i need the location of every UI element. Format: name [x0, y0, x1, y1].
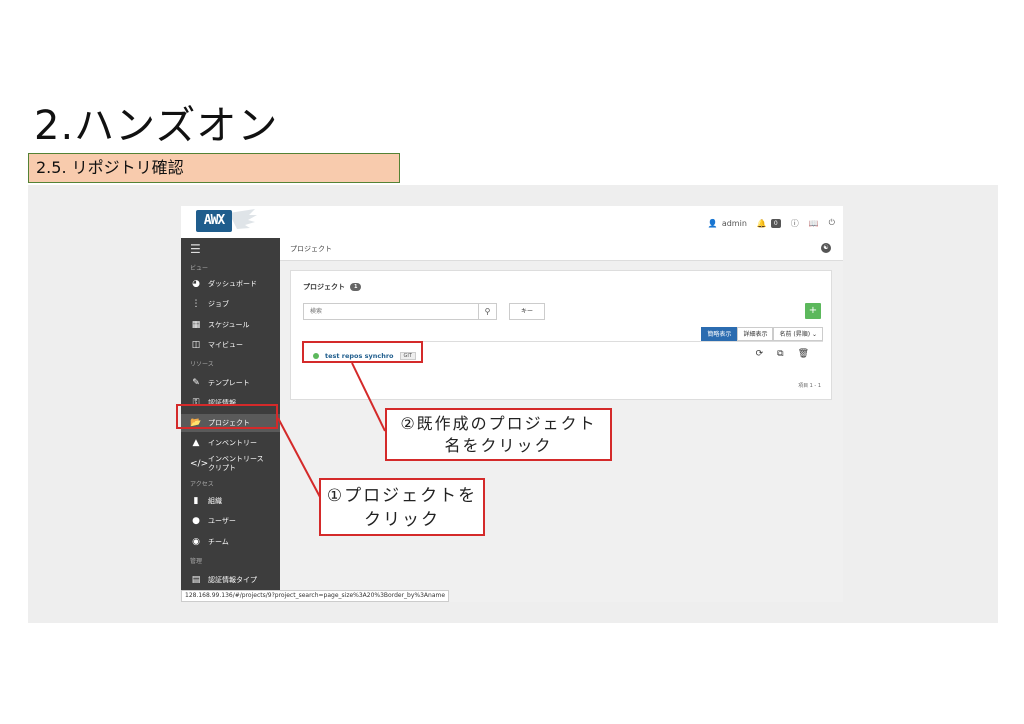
spinner-icon: ⋮ — [191, 299, 201, 309]
section-label: 2.5. リポジトリ確認 — [28, 153, 400, 183]
sidebar-section-admin: 管理 — [190, 558, 203, 565]
trash-icon[interactable]: 🗑 — [798, 349, 809, 359]
add-project-button[interactable]: + — [805, 303, 821, 319]
search-input[interactable] — [304, 304, 478, 319]
search-box: ⚲ — [303, 303, 497, 320]
notifications-button[interactable]: 🔔 0 — [756, 218, 781, 228]
card-title: プロジェクト 1 — [303, 282, 362, 292]
highlight-project-name — [302, 341, 423, 363]
info-icon[interactable]: ⓘ — [791, 218, 799, 229]
calendar-icon: ▦ — [191, 320, 201, 330]
sidebar-item-label: チーム — [208, 538, 229, 546]
sidebar-item-label: スケジュール — [208, 321, 250, 329]
sort-select[interactable]: 名前 (昇順) ⌄ — [773, 327, 823, 341]
sidebar-item-organizations[interactable]: ▮ 組織 — [181, 492, 280, 510]
expanded-view-button[interactable]: 詳細表示 — [737, 327, 774, 341]
sidebar-item-jobs[interactable]: ⋮ ジョブ — [181, 295, 280, 313]
item-count: 項目 1 - 1 — [798, 383, 821, 389]
sidebar-item-label: ダッシュボード — [208, 280, 257, 288]
sidebar-item-label: テンプレート — [208, 379, 250, 387]
users-icon: ◉ — [192, 537, 200, 547]
sidebar-item-schedules[interactable]: ▦ スケジュール — [181, 316, 280, 334]
header-actions: 👤 admin 🔔 0 ⓘ 📖 ⏻ — [708, 214, 835, 232]
list-toolbar: 簡略表示 詳細表示 名前 (昇順) ⌄ — [303, 327, 823, 342]
hamburger-menu-icon[interactable]: ☰ — [190, 242, 201, 256]
sitemap-icon: ▲ — [192, 438, 200, 448]
sidebar-item-label: 認証情報タイプ — [208, 576, 257, 584]
activity-stream-icon[interactable]: ☯ — [821, 243, 831, 253]
compact-view-button[interactable]: 簡略表示 — [701, 327, 738, 341]
project-count-badge: 1 — [350, 283, 362, 291]
list-alt-icon: ▤ — [191, 575, 201, 585]
username: admin — [721, 218, 747, 228]
callout-step1: ①プロジェクトを クリック — [319, 478, 485, 536]
sidebar-section-access: アクセス — [190, 481, 214, 488]
search-icon[interactable]: ⚲ — [478, 304, 496, 319]
projects-card: プロジェクト 1 ⚲ キー + 簡略表示 詳細表示 名前 (昇順) ⌄ — [290, 270, 832, 400]
sidebar-item-dashboard[interactable]: ◕ ダッシュボード — [181, 275, 280, 293]
user-icon: 👤 — [707, 218, 718, 228]
sidebar-item-label: マイビュー — [208, 341, 243, 349]
notification-count: 0 — [770, 218, 781, 228]
bell-icon: 🔔 — [756, 218, 767, 228]
top-navbar: AWX 👤 admin 🔔 0 ⓘ 📖 ⏻ — [181, 206, 843, 238]
sidebar-item-label: 組織 — [208, 497, 222, 505]
status-url-bar: 128.168.99.136/#/projects/9?project_sear… — [181, 590, 450, 602]
sidebar-item-label: ユーザー — [208, 517, 236, 525]
highlight-projects-menu — [176, 404, 278, 429]
sort-select-value: 名前 (昇順) — [779, 331, 811, 338]
awx-logo[interactable]: AWX — [196, 210, 232, 232]
copy-icon[interactable]: ⧉ — [777, 349, 783, 359]
power-icon[interactable]: ⏻ — [829, 218, 835, 228]
sidebar-item-credential-types[interactable]: ▤ 認証情報タイプ — [181, 571, 280, 589]
dashboard-icon: ◕ — [192, 279, 200, 289]
sidebar-item-teams[interactable]: ◉ チーム — [181, 533, 280, 551]
view-toggle-group: 簡略表示 詳細表示 名前 (昇順) ⌄ — [701, 327, 823, 341]
callout-step2: ②既作成のプロジェクト 名をクリック — [385, 408, 612, 461]
sidebar-item-label: ジョブ — [208, 300, 229, 308]
awx-app-screenshot: AWX 👤 admin 🔔 0 ⓘ 📖 ⏻ ☰ ビュー ◕ ダッシュボード ⋮ … — [181, 206, 843, 602]
sidebar-item-my-view[interactable]: ◫ マイビュー — [181, 336, 280, 354]
row-actions: ⟳ ⧉ 🗑 — [756, 349, 809, 359]
slide-title: 2.ハンズオン — [34, 103, 279, 149]
sidebar-item-templates[interactable]: ✎ テンプレート — [181, 374, 280, 392]
sidebar-item-label: インベントリー — [208, 439, 257, 447]
edit-icon: ✎ — [192, 378, 200, 388]
breadcrumb: プロジェクト ☯ — [280, 238, 843, 261]
sidebar-section-views: ビュー — [190, 265, 209, 272]
sidebar-item-inventories[interactable]: ▲ インベントリー — [181, 434, 280, 452]
columns-icon: ◫ — [191, 340, 201, 350]
card-title-text: プロジェクト — [303, 283, 345, 291]
code-icon: </> — [190, 458, 209, 469]
book-icon[interactable]: 📖 — [809, 219, 819, 228]
user-menu[interactable]: 👤 admin — [708, 219, 747, 228]
sidebar-section-resources: リソース — [190, 361, 214, 368]
chevron-down-icon: ⌄ — [811, 331, 817, 338]
building-icon: ▮ — [193, 496, 199, 506]
sync-icon[interactable]: ⟳ — [756, 349, 764, 359]
user-icon: ● — [192, 516, 200, 526]
sidebar-item-label: インベントリースクリプト — [208, 455, 264, 472]
breadcrumb-current: プロジェクト — [290, 245, 332, 253]
sidebar-item-users[interactable]: ● ユーザー — [181, 512, 280, 530]
key-button[interactable]: キー — [509, 303, 545, 320]
sidebar-item-inventory-scripts[interactable]: </> インベントリースクリプト — [181, 452, 280, 476]
